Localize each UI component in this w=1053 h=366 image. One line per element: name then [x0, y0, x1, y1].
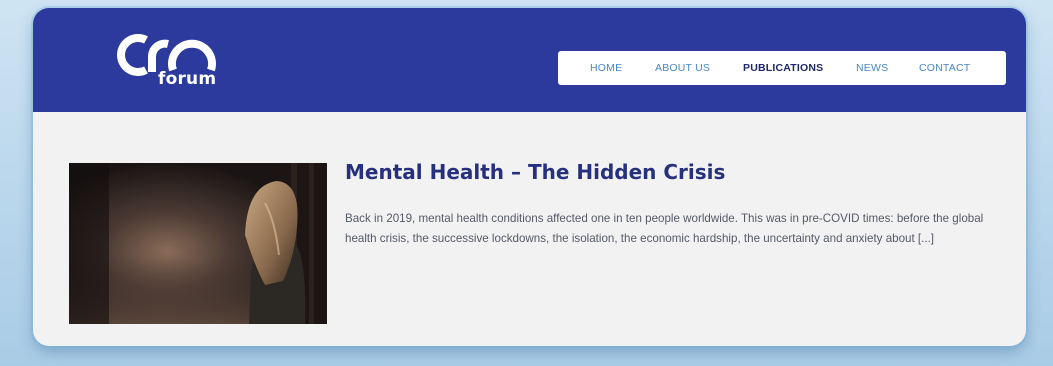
woman-in-dark-corridor-image	[69, 163, 327, 324]
site-logo[interactable]: forum	[110, 26, 230, 92]
nav-item-contact[interactable]: CONTACT	[919, 51, 970, 85]
post-title[interactable]: Mental Health – The Hidden Crisis	[345, 160, 725, 184]
post-excerpt: Back in 2019, mental health conditions a…	[345, 212, 984, 245]
logo-wordmark: forum	[158, 69, 217, 89]
nav-item-news[interactable]: NEWS	[856, 51, 888, 85]
nav-item-home[interactable]: HOME	[590, 51, 622, 85]
main-navigation: HOME ABOUT US PUBLICATIONS NEWS CONTACT	[558, 51, 1006, 85]
browser-frame: forum HOME ABOUT US PUBLICATIONS NEWS CO…	[33, 8, 1026, 346]
site-header: forum HOME ABOUT US PUBLICATIONS NEWS CO…	[33, 8, 1026, 112]
nav-item-about-us[interactable]: ABOUT US	[655, 51, 710, 85]
post-thumbnail[interactable]	[69, 163, 327, 324]
nav-item-publications[interactable]: PUBLICATIONS	[743, 51, 823, 85]
